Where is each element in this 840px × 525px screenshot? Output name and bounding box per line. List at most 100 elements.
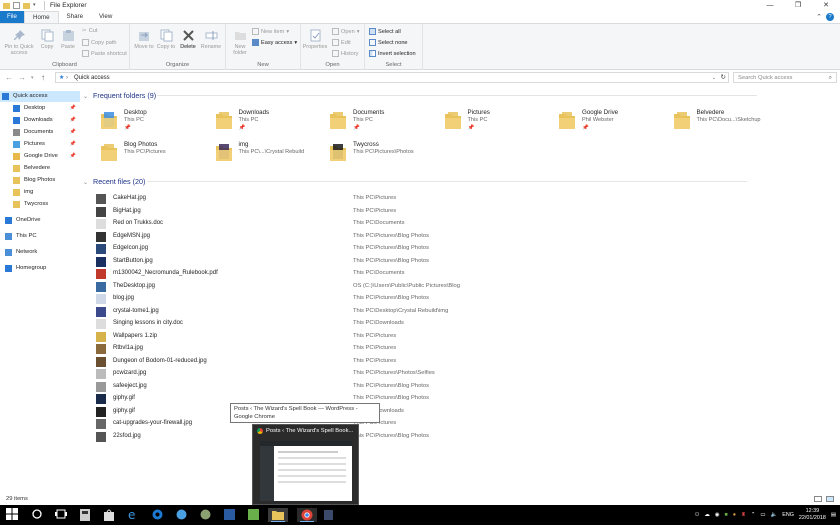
show-hidden-icons-icon[interactable]: ⌃ bbox=[751, 512, 756, 518]
delete-button[interactable]: Delete bbox=[178, 29, 198, 50]
properties-button[interactable]: Properties bbox=[301, 29, 329, 50]
copy-to-button[interactable]: Copy to bbox=[156, 29, 176, 50]
list-item[interactable]: cat-upgrades-your-firewall.jpg This PC\Pi… bbox=[96, 418, 836, 430]
dropdown-icon[interactable]: ⌄ bbox=[712, 73, 716, 83]
up-arrow-icon[interactable]: ↑ bbox=[41, 73, 45, 82]
new-item-button[interactable]: New item ▾ bbox=[252, 28, 289, 35]
copy-path-button[interactable]: Copy path bbox=[82, 39, 117, 46]
action-center-icon[interactable]: ▤ bbox=[831, 512, 836, 518]
list-item[interactable]: 22sfod.jpg This PC\Pictures\Blog Photos bbox=[96, 431, 836, 443]
new-folder-icon[interactable] bbox=[23, 3, 30, 9]
details-view-icon[interactable] bbox=[814, 496, 822, 502]
sidebar-item-onedrive[interactable]: OneDrive bbox=[0, 215, 80, 226]
pin-to-quick-access-button[interactable]: Pin to Quick access bbox=[2, 29, 36, 56]
folder-tile[interactable]: Belvedere This PC\Docu...\Sketchup bbox=[673, 107, 783, 137]
chevron-down-icon[interactable]: ▾ bbox=[33, 2, 38, 9]
paste-shortcut-button[interactable]: Paste shortcut bbox=[82, 50, 127, 57]
list-item[interactable]: blog.jpg This PC\Pictures\Blog Photos bbox=[96, 293, 836, 305]
large-icons-view-icon[interactable] bbox=[826, 496, 834, 502]
people-icon[interactable]: ⚇ bbox=[695, 512, 700, 518]
close-button[interactable]: ✕ bbox=[812, 0, 840, 11]
store-icon[interactable] bbox=[103, 508, 117, 522]
recent-files-header[interactable]: ⌄ Recent files (20) bbox=[83, 177, 747, 186]
folder-tile[interactable]: Documents This PC 📌 bbox=[329, 107, 439, 137]
app-icon[interactable] bbox=[151, 508, 165, 522]
sidebar-item-desktop[interactable]: Desktop 📌 bbox=[0, 103, 80, 114]
list-item[interactable]: EdgeMSN.jpg This PC\Pictures\Blog Photos bbox=[96, 231, 836, 243]
app-icon[interactable] bbox=[199, 508, 213, 522]
list-item[interactable]: Singing lessons in city.doc This PC\Downl… bbox=[96, 318, 836, 330]
list-item[interactable]: giphy.gif This PC\Pictures\Blog Photos bbox=[96, 393, 836, 405]
calculator-icon[interactable] bbox=[79, 508, 93, 522]
taskbar-window-preview[interactable]: Posts ‹ The Wizard's Spell Book... bbox=[252, 424, 359, 505]
sidebar-item-downloads[interactable]: Downloads 📌 bbox=[0, 115, 80, 126]
tab-share[interactable]: Share bbox=[59, 11, 92, 23]
cortana-icon[interactable] bbox=[31, 508, 45, 522]
folder-icon[interactable] bbox=[3, 3, 10, 9]
list-item[interactable]: safeeject.jpg This PC\Pictures\Blog Photo… bbox=[96, 381, 836, 393]
select-none-button[interactable]: Select none bbox=[369, 39, 408, 46]
list-item[interactable]: m1300042_Necromunda_Rulebook.pdf This PC\… bbox=[96, 268, 836, 280]
list-item[interactable]: Red on Trukks.doc This PC\Documents bbox=[96, 218, 836, 230]
folder-tile[interactable]: Google Drive Phil Webster 📌 bbox=[558, 107, 668, 137]
properties-icon[interactable] bbox=[13, 2, 20, 9]
new-folder-button[interactable]: New folder bbox=[229, 29, 251, 56]
open-button[interactable]: Open ▾ bbox=[332, 28, 360, 35]
windows-start-icon[interactable] bbox=[6, 508, 20, 522]
list-item[interactable]: giphy.gifThis PC\Downloads bbox=[96, 406, 836, 418]
tab-view[interactable]: View bbox=[91, 11, 120, 23]
refresh-icon[interactable]: ↻ bbox=[721, 73, 726, 83]
pin-icon[interactable]: 📌 bbox=[70, 115, 76, 126]
app-tray-icon[interactable]: ● bbox=[733, 512, 736, 518]
list-item[interactable]: TheDesktop.jpg OS (C:)\Users\Public\Publi… bbox=[96, 281, 836, 293]
select-all-button[interactable]: Select all bbox=[369, 28, 401, 35]
sidebar-item-documents[interactable]: Documents 📌 bbox=[0, 127, 80, 138]
folder-tile[interactable]: Pictures This PC 📌 bbox=[444, 107, 554, 137]
app-tray-icon[interactable]: ■ bbox=[725, 512, 728, 518]
pin-icon[interactable]: 📌 bbox=[70, 151, 76, 162]
sidebar-item-pictures[interactable]: Pictures 📌 bbox=[0, 139, 80, 150]
move-to-button[interactable]: Move to bbox=[134, 29, 154, 50]
search-input[interactable]: Search Quick access ⌕ bbox=[733, 72, 837, 83]
sidebar-item-this-pc[interactable]: This PC bbox=[0, 231, 80, 242]
history-button[interactable]: History bbox=[332, 50, 358, 57]
pin-icon[interactable]: 📌 bbox=[70, 139, 76, 150]
sidebar-item-google-drive[interactable]: Google Drive 📌 bbox=[0, 151, 80, 162]
list-item[interactable]: EdgeIcon.jpg This PC\Pictures\Blog Photos bbox=[96, 243, 836, 255]
tab-file[interactable]: File bbox=[0, 11, 24, 23]
edge-icon[interactable]: e bbox=[127, 508, 141, 522]
copy-button[interactable]: Copy bbox=[38, 29, 56, 50]
paste-button[interactable]: Paste bbox=[58, 29, 78, 50]
folder-tile[interactable]: Downloads This PC 📌 bbox=[215, 107, 325, 137]
folder-tile[interactable]: Desktop This PC 📌 bbox=[100, 107, 210, 137]
rename-button[interactable]: Rename bbox=[200, 29, 222, 50]
sidebar-item-network[interactable]: Network bbox=[0, 247, 80, 258]
sidebar-item-img[interactable]: img bbox=[0, 187, 80, 198]
list-item[interactable]: Dungeon of Bodom-01-reduced.jpg This PC\P… bbox=[96, 356, 836, 368]
list-item[interactable]: crystal-tome1.jpg This PC\Desktop\Crystal… bbox=[96, 306, 836, 318]
recent-locations-icon[interactable]: ▾ bbox=[31, 75, 34, 81]
app-icon[interactable] bbox=[175, 508, 189, 522]
app-tray-icon[interactable]: ♜ bbox=[741, 512, 746, 518]
sidebar-item-twycross[interactable]: Twycross bbox=[0, 199, 80, 210]
list-item[interactable]: pcwizard.jpg This PC\Pictures\Photos\Self… bbox=[96, 368, 836, 380]
list-item[interactable]: CakeHat.jpg This PC\Pictures bbox=[96, 193, 836, 205]
clock[interactable]: 12:39 22/01/2018 bbox=[799, 508, 826, 522]
maximize-button[interactable]: ❐ bbox=[784, 0, 812, 11]
help-icon[interactable]: ? bbox=[826, 13, 834, 21]
back-arrow-icon[interactable]: ← bbox=[5, 73, 13, 82]
sidebar-item-quick-access[interactable]: Quick access bbox=[0, 91, 80, 102]
list-item[interactable]: StartButton.jpg This PC\Pictures\Blog Pho… bbox=[96, 256, 836, 268]
invert-selection-button[interactable]: Invert selection bbox=[369, 50, 416, 57]
task-view-icon[interactable] bbox=[55, 508, 69, 522]
minimize-button[interactable]: — bbox=[756, 0, 784, 11]
chrome-icon[interactable] bbox=[297, 508, 317, 522]
folder-tile[interactable]: img This PC\...\Crystal Rebuild bbox=[215, 139, 325, 169]
network-icon[interactable]: ▭ bbox=[760, 512, 765, 518]
app-icon[interactable] bbox=[223, 508, 237, 522]
list-item[interactable]: Wallpapers 1.zip This PC\Pictures bbox=[96, 331, 836, 343]
list-item[interactable]: Rtbvl1a.jpg This PC\Pictures bbox=[96, 343, 836, 355]
language-indicator[interactable]: ENG bbox=[782, 512, 794, 518]
sidebar-item-homegroup[interactable]: Homegroup bbox=[0, 263, 80, 274]
chevron-up-icon[interactable]: ⌃ bbox=[816, 13, 822, 21]
